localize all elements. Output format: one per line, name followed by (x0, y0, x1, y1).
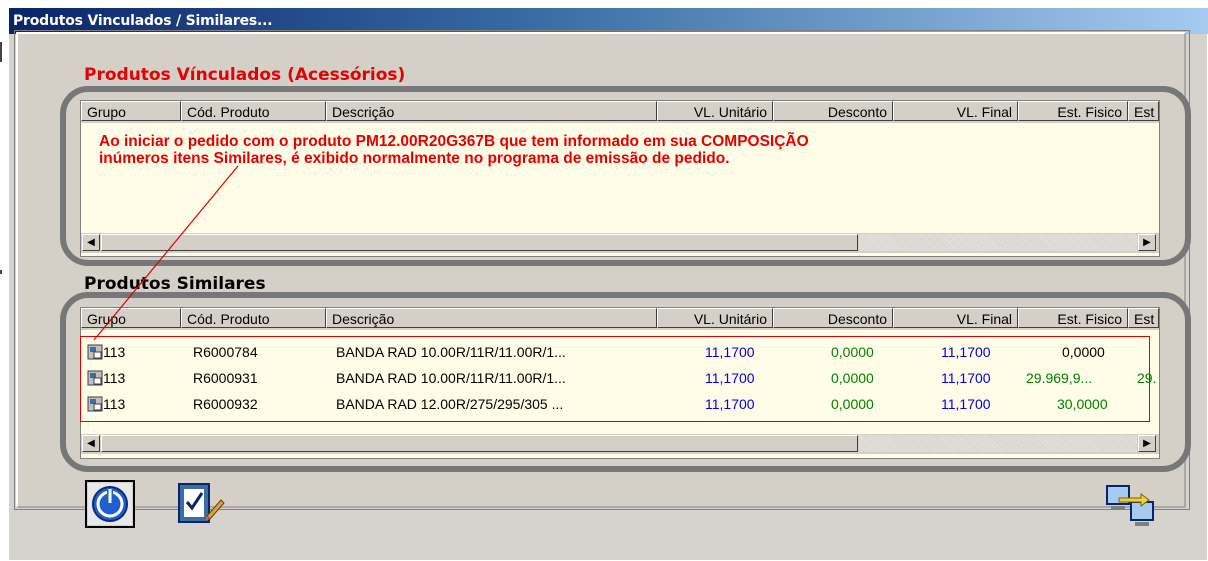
col-grupo[interactable]: Grupo (81, 308, 181, 328)
col-codigo[interactable]: Cód. Produto (181, 308, 326, 328)
edit-check-icon (178, 483, 225, 523)
col-est[interactable]: Est (1128, 101, 1159, 121)
col-descricao[interactable]: Descrição (326, 101, 657, 121)
col-vl-unitario[interactable]: VL. Unitário (657, 101, 773, 121)
col-desconto[interactable]: Desconto (773, 101, 893, 121)
power-icon (88, 483, 132, 525)
similares-title: Produtos Similares (84, 274, 266, 294)
annotation-line-1: Ao iniciar o pedido com o produto PM12.0… (99, 133, 809, 150)
vinculados-title: Produtos Vínculados (Acessórios) (84, 65, 406, 85)
scroll-right-icon[interactable]: ▶ (1138, 234, 1156, 251)
window-title: Produtos Vinculados / Similares... (13, 13, 273, 29)
similares-hscrollbar[interactable]: ◀ ▶ (81, 434, 1159, 454)
scroll-left-icon[interactable]: ◀ (82, 234, 100, 251)
power-button[interactable] (85, 480, 135, 528)
scroll-thumb[interactable] (101, 435, 858, 452)
col-grupo[interactable]: Grupo (81, 101, 181, 121)
edit-button[interactable] (175, 480, 225, 528)
scroll-thumb[interactable] (101, 234, 858, 251)
col-est-fisico[interactable]: Est. Fisico (1018, 101, 1128, 121)
scroll-right-icon[interactable]: ▶ (1138, 435, 1156, 452)
scroll-track[interactable] (859, 435, 1137, 452)
sync-computers-icon (1106, 485, 1154, 526)
similares-header: Grupo Cód. Produto Descrição VL. Unitári… (81, 308, 1159, 330)
scroll-left-icon[interactable]: ◀ (82, 435, 100, 452)
annotation-line-2: inúmeros itens Similares, é exibido norm… (99, 150, 730, 167)
col-codigo[interactable]: Cód. Produto (181, 101, 326, 121)
col-est-fisico[interactable]: Est. Fisico (1018, 308, 1128, 328)
scroll-track[interactable] (859, 234, 1137, 251)
vinculados-hscrollbar[interactable]: ◀ ▶ (81, 233, 1159, 253)
col-est[interactable]: Est (1128, 308, 1159, 328)
col-vl-final[interactable]: VL. Final (893, 308, 1018, 328)
col-desconto[interactable]: Desconto (773, 308, 893, 328)
annotation-note: Ao iniciar o pedido com o produto PM12.0… (99, 133, 809, 167)
highlight-box (80, 336, 1150, 422)
vinculados-header: Grupo Cód. Produto Descrição VL. Unitári… (81, 101, 1159, 123)
col-descricao[interactable]: Descrição (326, 308, 657, 328)
vinculados-grid[interactable]: Grupo Cód. Produto Descrição VL. Unitári… (80, 100, 1160, 257)
col-vl-unitario[interactable]: VL. Unitário (657, 308, 773, 328)
sync-button[interactable] (1105, 480, 1155, 528)
col-vl-final[interactable]: VL. Final (893, 101, 1018, 121)
